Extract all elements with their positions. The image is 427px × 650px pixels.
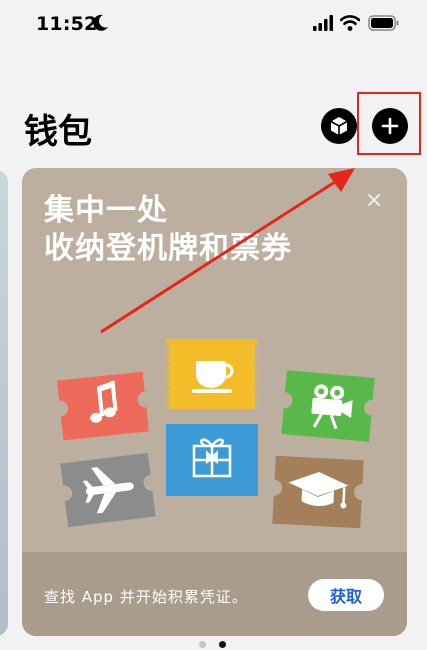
- page-dot-1[interactable]: [199, 641, 206, 648]
- get-app-button[interactable]: 获取: [308, 579, 384, 611]
- promo-title-line2: 收纳登机牌和票券: [44, 231, 292, 266]
- coffee-ticket: [166, 339, 258, 409]
- close-promo-button[interactable]: [362, 188, 386, 212]
- side-card-peek[interactable]: [0, 170, 8, 636]
- close-icon: [368, 194, 380, 206]
- promo-title: 集中一处 收纳登机牌和票券: [44, 192, 292, 268]
- battery-icon: [368, 15, 399, 31]
- page-dot-2[interactable]: [219, 641, 226, 648]
- music-ticket: [57, 371, 149, 441]
- signal-icon: [313, 15, 333, 31]
- movie-ticket: [281, 370, 375, 442]
- pass-button[interactable]: [321, 108, 357, 144]
- annotation-highlight-box: [357, 92, 421, 155]
- airplane-ticket: [60, 452, 156, 528]
- pass-icon: [330, 117, 348, 135]
- gift-ticket: [166, 424, 258, 496]
- promo-title-line1: 集中一处: [44, 193, 168, 228]
- promo-card: 集中一处 收纳登机牌和票券 查找 App 并开始积累凭证。 获取: [22, 168, 407, 636]
- wifi-icon: [340, 15, 360, 31]
- graduation-ticket: [272, 455, 364, 529]
- status-time: 11:52: [36, 13, 98, 35]
- page-title: 钱包: [24, 112, 92, 152]
- moon-icon: [93, 14, 108, 31]
- promo-footer-text: 查找 App 并开始积累凭证。: [44, 588, 248, 606]
